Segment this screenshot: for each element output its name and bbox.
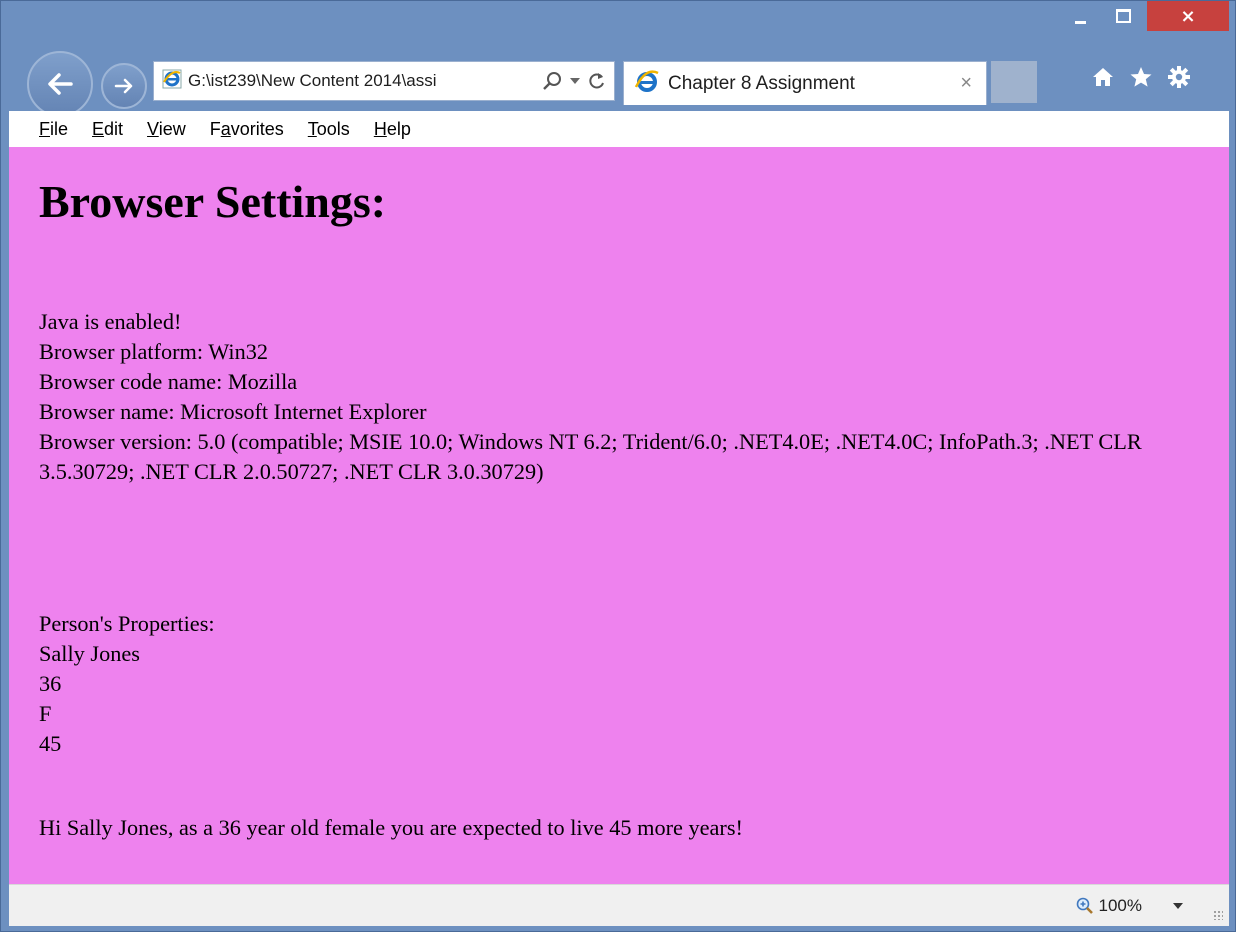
settings-gear-icon[interactable] (1167, 65, 1191, 89)
zoom-dropdown-icon[interactable] (1173, 902, 1183, 909)
menu-file[interactable]: File (39, 119, 68, 140)
back-button[interactable] (27, 51, 93, 117)
search-icon[interactable] (542, 71, 562, 91)
forward-arrow-icon (114, 78, 133, 94)
person-years-left: 45 (39, 731, 62, 756)
close-icon: × (1180, 5, 1196, 27)
ie-logo-icon (634, 69, 660, 99)
zoom-control[interactable]: 100% (1076, 896, 1183, 916)
browser-code-name: Browser code name: Mozilla (39, 369, 298, 394)
favorites-star-icon[interactable] (1129, 65, 1153, 89)
browser-platform: Browser platform: Win32 (39, 339, 269, 364)
forward-button[interactable] (101, 63, 147, 109)
person-properties: Person's Properties: Sally Jones 36 F 45 (39, 609, 215, 759)
dropdown-icon[interactable] (569, 77, 581, 85)
refresh-icon[interactable] (588, 72, 606, 90)
person-heading: Person's Properties: (39, 611, 215, 636)
home-icon[interactable] (1091, 65, 1115, 89)
zoom-level: 100% (1098, 895, 1142, 915)
browser-info: Java is enabled! Browser platform: Win32… (39, 307, 1224, 487)
status-bar: 100% (9, 884, 1229, 926)
java-status: Java is enabled! (39, 309, 182, 334)
life-expectancy-message: Hi Sally Jones, as a 36 year old female … (39, 815, 743, 840)
minimize-button[interactable] (1061, 1, 1099, 31)
maximize-icon (1115, 9, 1131, 23)
maximize-button[interactable] (1099, 1, 1147, 31)
menu-bar: File Edit View Favorites Tools Help (9, 111, 1229, 148)
ie-page-icon (162, 69, 182, 94)
menu-view[interactable]: View (147, 119, 186, 140)
tab-close-icon[interactable]: × (960, 72, 972, 95)
menu-edit[interactable]: Edit (92, 119, 123, 140)
browser-window: × G:\ist239\New Content 2014\assi Chapte… (0, 0, 1236, 932)
person-name: Sally Jones (39, 641, 140, 666)
menu-tools[interactable]: Tools (308, 119, 350, 140)
resize-grip[interactable] (1213, 910, 1223, 920)
new-tab-button[interactable] (991, 61, 1037, 103)
tab-chapter-8[interactable]: Chapter 8 Assignment × (623, 61, 987, 105)
person-age: 36 (39, 671, 62, 696)
browser-version: Browser version: 5.0 (compatible; MSIE 1… (39, 429, 1142, 484)
menu-favorites[interactable]: Favorites (210, 119, 284, 140)
page-heading: Browser Settings: (39, 176, 387, 227)
menu-help[interactable]: Help (374, 119, 411, 140)
address-bar[interactable]: G:\ist239\New Content 2014\assi (153, 61, 615, 101)
person-gender: F (39, 701, 52, 726)
tab-title: Chapter 8 Assignment (668, 72, 855, 94)
address-text[interactable]: G:\ist239\New Content 2014\assi (188, 71, 542, 91)
back-arrow-icon (48, 73, 73, 95)
browser-name: Browser name: Microsoft Internet Explore… (39, 399, 427, 424)
close-button[interactable]: × (1147, 1, 1229, 31)
zoom-icon (1076, 897, 1093, 914)
page-content: Browser Settings: Java is enabled! Brows… (9, 147, 1229, 884)
minimize-icon (1074, 20, 1086, 24)
